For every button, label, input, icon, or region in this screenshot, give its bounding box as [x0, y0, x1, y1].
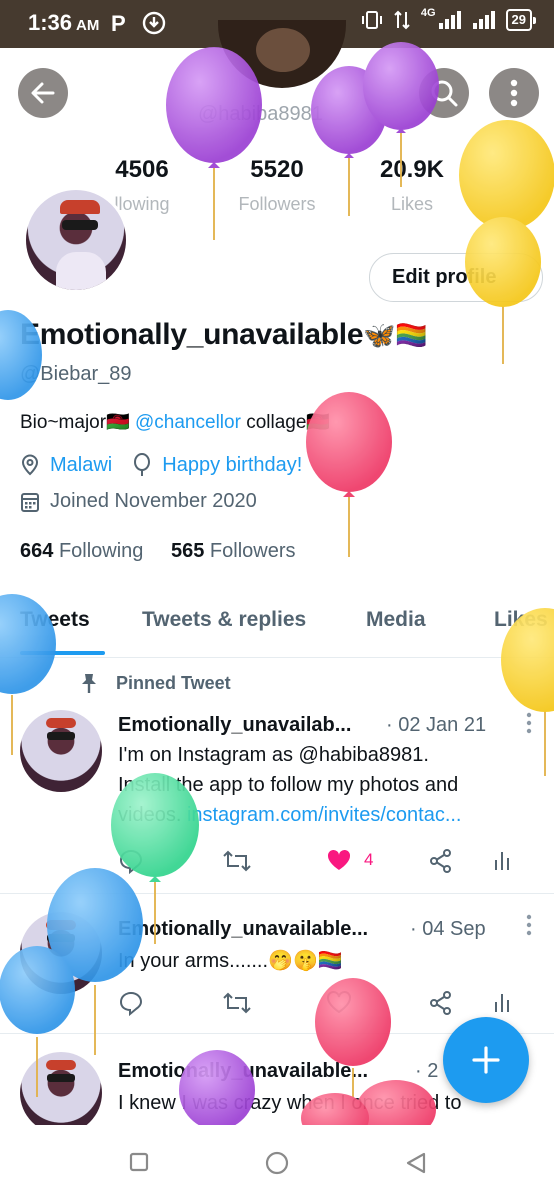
profile-avatar[interactable]: [23, 187, 129, 293]
tweet-date: · 02 Jan 21: [386, 714, 487, 736]
tweet-link[interactable]: instagram.com/invites/contac...: [187, 804, 462, 826]
tweet-author[interactable]: Emotionally_unavailable...: [118, 1060, 368, 1083]
profile-bio: Bio~major🇲🇼 @chancellor collage🇲🇼: [20, 412, 331, 433]
following-link[interactable]: 664 Following: [20, 540, 143, 562]
tab-media[interactable]: Media: [366, 608, 426, 632]
stat-label: Likes: [390, 194, 434, 214]
like-button[interactable]: 4: [326, 848, 373, 872]
analytics-button[interactable]: [492, 848, 512, 872]
tweet-text: I'm on Instagram as @habiba8981. Install…: [118, 744, 462, 826]
tweet-actions: [118, 990, 518, 1020]
avatar-hat: [60, 200, 100, 214]
profile-tabs: Tweets Tweets & replies Media Likes: [0, 600, 554, 658]
analytics-button[interactable]: [492, 990, 512, 1014]
reply-button[interactable]: [118, 848, 144, 874]
reply-button[interactable]: [118, 990, 144, 1016]
retweet-icon: [223, 992, 251, 1014]
back-arrow-icon: [31, 82, 55, 104]
home-button[interactable]: [264, 1150, 290, 1176]
bio-mention-link[interactable]: @chancellor: [135, 412, 241, 433]
followers-link[interactable]: 565 Followers: [171, 540, 296, 562]
stat-label: Followers: [238, 194, 316, 214]
signal-icon-2: [472, 11, 495, 29]
birthday-text[interactable]: Happy birthday!: [162, 454, 302, 477]
edit-profile-button[interactable]: Edit profile: [369, 253, 543, 302]
like-button[interactable]: [326, 990, 352, 1014]
share-icon: [430, 991, 451, 1015]
share-button[interactable]: [428, 990, 454, 1016]
header-avatar: [218, 20, 346, 88]
like-count: 4: [364, 850, 374, 869]
status-time: 1:36 AM: [28, 10, 100, 35]
avatar-glasses: [62, 220, 98, 230]
share-button[interactable]: [428, 848, 454, 874]
tweet-more-icon[interactable]: [526, 712, 532, 734]
tweet-author[interactable]: Emotionally_unavailab...: [118, 714, 351, 737]
active-tab-indicator: [20, 651, 105, 655]
signal-icon: [438, 11, 461, 29]
tab-likes[interactable]: Likes: [494, 608, 548, 632]
profile-meta-row: Malawi Happy birthday!: [20, 453, 302, 477]
search-button[interactable]: [419, 68, 469, 118]
tweet-avatar[interactable]: [20, 1052, 102, 1134]
header-handle: @habiba8981: [198, 103, 323, 125]
share-icon: [430, 849, 451, 873]
tweet-author[interactable]: Emotionally_unavailable...: [118, 918, 368, 941]
search-icon: [431, 80, 458, 107]
pin-icon: [82, 674, 96, 693]
tweet-more-icon[interactable]: [526, 914, 532, 936]
android-nav-bar: [0, 1125, 554, 1200]
status-right: 4G 29: [361, 7, 537, 31]
location-icon: [21, 454, 39, 476]
recents-button[interactable]: [128, 1151, 150, 1173]
tweet-date: · 04 Sep: [410, 918, 486, 940]
tweet-avatar[interactable]: [20, 710, 102, 792]
name-emoji: 🦋🏳️‍🌈: [363, 320, 428, 350]
tweet-avatar[interactable]: [20, 912, 102, 994]
stat-value: 20.9K: [379, 156, 445, 183]
tweet-date: · 2: [415, 1060, 439, 1082]
download-icon: [142, 11, 166, 35]
more-vertical-icon: [510, 79, 518, 107]
heart-icon: [327, 849, 351, 870]
back-nav-button[interactable]: [404, 1151, 428, 1175]
p-notification-icon: P: [111, 11, 126, 35]
plus-icon: [472, 1046, 500, 1074]
calendar-icon: [21, 492, 39, 512]
tweet-actions: 4: [118, 848, 518, 878]
balloon-icon: [134, 453, 151, 476]
retweet-icon: [223, 850, 251, 872]
tab-tweets[interactable]: Tweets: [20, 608, 90, 632]
follow-counts: 664 Following 565 Followers: [20, 540, 296, 563]
tweet-text: In your arms.......🤭🤫🏳️‍🌈: [118, 950, 343, 972]
stat-followers[interactable]: 5520 Followers: [217, 156, 337, 215]
battery-indicator: 29: [505, 9, 537, 31]
analytics-icon: [495, 994, 509, 1012]
more-button[interactable]: [489, 68, 539, 118]
retweet-button[interactable]: [222, 848, 252, 874]
reply-icon: [119, 991, 143, 1016]
avatar-shirt: [56, 252, 106, 290]
heart-outline-icon: [327, 991, 351, 1014]
stat-likes[interactable]: 20.9K Likes: [352, 156, 472, 215]
tab-tweets-replies[interactable]: Tweets & replies: [142, 608, 306, 632]
pinned-label: Pinned Tweet: [78, 672, 231, 694]
stat-value: 4506: [115, 156, 169, 183]
profile-handle: @Biebar_89: [20, 363, 132, 385]
compose-tweet-button[interactable]: [443, 1017, 529, 1103]
joined-text: Joined November 2020: [50, 490, 257, 512]
stat-value: 5520: [250, 156, 304, 183]
retweet-button[interactable]: [222, 990, 252, 1016]
network-type: 4G: [420, 7, 436, 19]
joined-row: Joined November 2020: [20, 490, 257, 513]
analytics-icon: [495, 852, 509, 870]
back-button[interactable]: [18, 68, 68, 118]
location-text[interactable]: Malawi: [50, 454, 112, 477]
reply-icon: [119, 849, 143, 874]
vibrate-icon: [361, 11, 382, 29]
svg-text:P: P: [111, 11, 126, 35]
profile-name: Emotionally_unavailable🦋🏳️‍🌈: [20, 318, 428, 351]
data-arrows-icon: [394, 10, 410, 30]
